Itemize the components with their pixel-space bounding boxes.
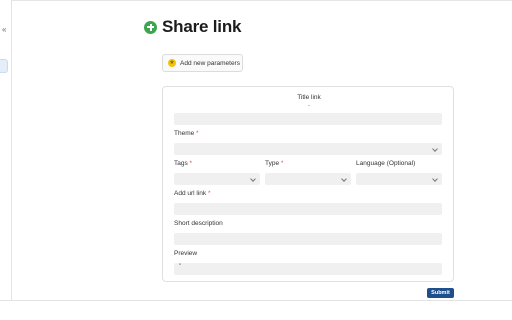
share-link-form: Title link - Theme * Tags * Type * Langu… — [162, 86, 454, 282]
tags-select[interactable] — [174, 173, 260, 185]
add-new-parameters-label: Add new parameters — [180, 59, 240, 67]
language-label: Language (Optional) — [356, 160, 416, 167]
theme-label: Theme * — [174, 130, 199, 137]
required-mark: * — [189, 160, 193, 167]
preview-field[interactable]: " — [174, 263, 442, 275]
submit-button[interactable]: Submit — [427, 288, 454, 298]
required-mark: * — [280, 160, 284, 167]
url-label: Add url link * — [174, 190, 211, 197]
plus-circle-icon — [144, 20, 157, 34]
language-select[interactable] — [356, 173, 442, 185]
bottom-divider — [0, 300, 512, 301]
sidebar: « — [0, 0, 12, 300]
star-icon: ★ — [168, 59, 176, 67]
url-input[interactable] — [174, 203, 442, 215]
top-divider — [0, 0, 512, 1]
page-header: Share link — [144, 17, 241, 37]
title-link-mark: - — [308, 103, 310, 109]
theme-select[interactable] — [174, 143, 442, 155]
short-description-input[interactable] — [174, 233, 442, 245]
type-select[interactable] — [265, 173, 351, 185]
sidebar-item-active[interactable] — [0, 59, 8, 73]
required-mark: * — [196, 130, 199, 137]
collapse-sidebar-icon[interactable]: « — [2, 25, 6, 35]
title-link-label: Title link — [297, 94, 321, 101]
preview-label: Preview — [174, 250, 198, 257]
required-mark: * — [207, 190, 211, 197]
add-new-parameters-button[interactable]: ★ Add new parameters — [162, 54, 243, 72]
type-label: Type * — [265, 160, 284, 167]
title-link-input[interactable] — [174, 113, 442, 125]
page-title: Share link — [162, 17, 242, 36]
short-description-label: Short description — [174, 220, 223, 227]
preview-value: " — [179, 264, 182, 270]
tags-label: Tags * — [174, 160, 193, 167]
